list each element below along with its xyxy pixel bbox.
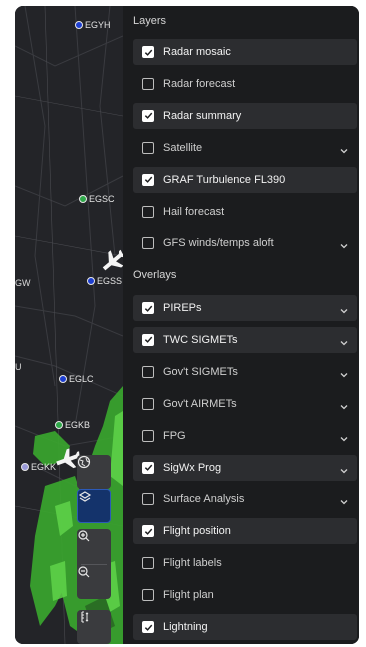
map-edge-label: U	[15, 362, 22, 372]
layer-row-lightning[interactable]: Lightning	[133, 614, 357, 640]
airport-code: EGYH	[85, 20, 111, 30]
layer-row-pireps[interactable]: PIREPs	[133, 295, 357, 321]
zoom-in-button[interactable]	[77, 529, 111, 563]
airport-code: EGSC	[89, 194, 115, 204]
layers-panel: Layers Radar mosaic Radar forecast Radar su…	[123, 6, 359, 644]
basemap-button[interactable]	[77, 455, 111, 489]
checkbox-checked-icon[interactable]	[142, 525, 154, 538]
airport-dot-icon	[87, 277, 95, 285]
app-frame: EGYH EGSC EGSS EGLC EGKB EGKK GW U Layer…	[15, 6, 359, 644]
chevron-down-icon[interactable]	[339, 143, 349, 161]
layer-label: Hail forecast	[163, 205, 225, 218]
chevron-down-icon[interactable]	[339, 367, 349, 385]
layer-label: Radar forecast	[163, 77, 236, 90]
layer-row-surface-analysis[interactable]: Surface Analysis	[133, 486, 357, 512]
altitude-ruler-icon	[81, 611, 89, 623]
checkbox-checked-icon[interactable]	[142, 621, 154, 633]
layer-row-twc-sigmets[interactable]: TWC SIGMETs	[133, 326, 357, 353]
zoom-in-icon	[78, 530, 90, 542]
layer-label: Flight plan	[163, 589, 214, 602]
layer-label: PIREPs	[163, 302, 202, 314]
airport-code: EGSS	[97, 276, 123, 286]
checkbox-checked-icon[interactable]	[142, 302, 154, 314]
layer-row-radar-forecast[interactable]: Radar forecast	[133, 71, 357, 97]
checkbox-checked-icon[interactable]	[142, 109, 154, 122]
layer-row-fpg[interactable]: FPG	[133, 423, 357, 449]
layer-row-flight-labels[interactable]: Flight labels	[133, 550, 357, 576]
airport-marker-egkk[interactable]: EGKK	[21, 462, 56, 472]
checkbox-unchecked-icon[interactable]	[142, 397, 154, 410]
section-title: Overlays	[133, 269, 177, 281]
checkbox-unchecked-icon[interactable]	[142, 557, 154, 570]
layer-label: Satellite	[163, 141, 203, 154]
airport-marker-egss[interactable]: EGSS	[87, 276, 122, 286]
layer-label: Gov't SIGMETs	[163, 365, 238, 378]
layer-label: Lightning	[163, 621, 208, 633]
airport-code: EGKB	[65, 420, 91, 430]
checkbox-checked-icon[interactable]	[142, 461, 154, 474]
zoom-controls	[77, 529, 111, 599]
layer-row-graf-turbulence-fl390[interactable]: GRAF Turbulence FL390	[133, 166, 357, 193]
checkbox-unchecked-icon[interactable]	[142, 365, 154, 378]
map-view[interactable]: EGYH EGSC EGSS EGLC EGKB EGKK GW U	[15, 6, 123, 644]
layer-row-satellite[interactable]: Satellite	[133, 135, 357, 161]
layer-label: Flight position	[163, 525, 231, 538]
layer-row-radar-summary[interactable]: Radar summary	[133, 102, 357, 129]
airport-marker-egyh[interactable]: EGYH	[75, 20, 111, 30]
chevron-down-icon[interactable]	[339, 399, 349, 417]
layer-label: Radar summary	[163, 109, 242, 122]
layer-row-flight-position[interactable]: Flight position	[133, 518, 357, 545]
chevron-down-icon[interactable]	[339, 494, 349, 512]
map-edge-label: GW	[15, 278, 31, 288]
airport-dot-icon	[55, 421, 63, 429]
checkbox-unchecked-icon[interactable]	[142, 493, 154, 506]
airport-dot-icon	[75, 21, 83, 29]
layer-row-gov-t-airmets[interactable]: Gov't AIRMETs	[133, 391, 357, 417]
chevron-down-icon[interactable]	[339, 303, 349, 321]
airport-dot-icon	[79, 195, 87, 203]
layer-row-sigwx-prog[interactable]: SigWx Prog	[133, 454, 357, 481]
airport-marker-egkb[interactable]: EGKB	[55, 420, 90, 430]
chevron-down-icon[interactable]	[339, 431, 349, 449]
checkbox-unchecked-icon[interactable]	[142, 141, 154, 154]
layer-row-radar-mosaic[interactable]: Radar mosaic	[133, 39, 357, 65]
zoom-out-button[interactable]	[77, 565, 111, 599]
checkbox-checked-icon[interactable]	[142, 173, 154, 186]
airport-dot-icon	[59, 375, 67, 383]
layer-label: Flight labels	[163, 557, 222, 570]
layer-label: GFS winds/temps aloft	[163, 237, 274, 250]
checkbox-unchecked-icon[interactable]	[142, 429, 154, 442]
layer-label: Radar mosaic	[163, 46, 231, 58]
layer-label: TWC SIGMETs	[163, 333, 238, 346]
altitude-button[interactable]	[77, 610, 111, 644]
chevron-down-icon[interactable]	[339, 463, 349, 481]
airport-marker-eglc[interactable]: EGLC	[59, 374, 94, 384]
checkbox-unchecked-icon[interactable]	[142, 589, 154, 602]
layer-row-gfs-winds-temps-aloft[interactable]: GFS winds/temps aloft	[133, 230, 357, 256]
layer-label: Surface Analysis	[163, 493, 245, 506]
airport-marker-egsc[interactable]: EGSC	[79, 194, 115, 204]
layer-label: FPG	[163, 429, 186, 442]
chevron-down-icon[interactable]	[339, 335, 349, 353]
layer-row-hail-forecast[interactable]: Hail forecast	[133, 199, 357, 225]
zoom-out-icon	[78, 566, 90, 578]
layer-label: SigWx Prog	[163, 461, 222, 474]
chevron-down-icon[interactable]	[339, 238, 349, 256]
checkbox-unchecked-icon[interactable]	[142, 77, 154, 90]
checkbox-checked-icon[interactable]	[142, 333, 154, 346]
globe-icon	[77, 455, 91, 469]
layer-label: Gov't AIRMETs	[163, 397, 237, 410]
section-title: Layers	[133, 15, 167, 27]
checkbox-checked-icon[interactable]	[142, 46, 154, 58]
airport-code: EGLC	[69, 374, 94, 384]
layers-icon	[78, 491, 92, 502]
checkbox-unchecked-icon[interactable]	[142, 237, 154, 250]
airport-code: EGKK	[31, 462, 57, 472]
airport-dot-icon	[21, 463, 29, 471]
checkbox-unchecked-icon[interactable]	[142, 205, 154, 218]
layer-label: GRAF Turbulence FL390	[163, 173, 286, 186]
layers-button[interactable]	[77, 489, 111, 523]
layer-row-flight-plan[interactable]: Flight plan	[133, 582, 357, 608]
layer-row-gov-t-sigmets[interactable]: Gov't SIGMETs	[133, 359, 357, 385]
